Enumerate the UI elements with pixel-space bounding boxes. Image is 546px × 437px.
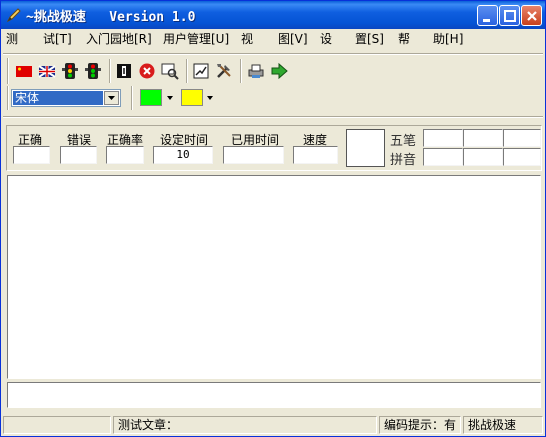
status-mode: 挑战极速 <box>463 416 543 434</box>
article-text-area[interactable] <box>7 175 541 379</box>
toolbar-grip <box>7 86 9 110</box>
toolbar-separator <box>131 86 133 110</box>
font-select-value: 宋体 <box>13 91 103 105</box>
status-article: 测试文章： <box>113 416 377 434</box>
font-select-arrow[interactable] <box>104 91 119 105</box>
menu-item-bang[interactable]: 帮 <box>398 32 410 46</box>
window-title: ~挑战极速 Version 1.0 <box>26 10 196 25</box>
search-icon[interactable] <box>161 62 179 80</box>
toolbar-separator <box>240 59 242 83</box>
correct-value <box>13 146 50 164</box>
traffic-light-icon[interactable] <box>61 62 79 80</box>
menu-item-view[interactable]: 图[V] <box>278 32 308 46</box>
pinyin-label: 拼音 <box>390 153 417 168</box>
close-button[interactable] <box>521 5 542 26</box>
set-time-input[interactable]: 10 <box>153 146 213 164</box>
pinyin-code-cell <box>423 148 463 166</box>
menu-item-test[interactable]: 试[T] <box>43 32 72 46</box>
app-window: ~挑战极速 Version 1.0 测 试[T] 入门园地[R] 用户管理[U]… <box>0 0 546 437</box>
traffic-light-green-icon[interactable] <box>84 62 102 80</box>
close-icon <box>527 11 537 21</box>
menu-item-beginner[interactable]: 入门园地[R] <box>86 32 152 46</box>
pinyin-code-cell <box>503 148 541 166</box>
toolbar-separator <box>186 59 188 83</box>
uk-flag-icon[interactable] <box>38 62 56 80</box>
menu-item-ce[interactable]: 测 <box>6 32 18 46</box>
pencil-app-icon <box>6 8 21 23</box>
wubi-code-cell <box>423 129 463 147</box>
background-color-swatch[interactable] <box>181 89 203 106</box>
wubi-code-cell <box>503 129 541 147</box>
maximize-icon <box>504 10 516 22</box>
text-color-dropdown-icon[interactable] <box>167 96 173 100</box>
menu-item-users[interactable]: 用户管理[U] <box>163 32 229 46</box>
menu-item-shi[interactable]: 视 <box>241 32 253 46</box>
menu-item-settings[interactable]: 置[S] <box>355 32 384 46</box>
chart-icon[interactable] <box>192 62 210 80</box>
minimize-button[interactable] <box>477 5 498 26</box>
accuracy-value <box>106 146 144 164</box>
menu-bar: 测 试[T] 入门园地[R] 用户管理[U] 视 图[V] 设 置[S] 帮 助… <box>1 29 545 49</box>
toolbar-bottom-separator <box>3 116 543 118</box>
status-code-hint: 编码提示：有 <box>379 416 461 434</box>
text-color-swatch[interactable] <box>140 89 162 106</box>
tools-icon[interactable] <box>215 62 233 80</box>
pinyin-code-cell <box>463 148 503 166</box>
font-select[interactable]: 宋体 <box>11 89 121 107</box>
wubi-label: 五笔 <box>390 134 417 149</box>
speed-value <box>293 146 338 164</box>
go-arrow-icon[interactable] <box>270 62 288 80</box>
print-icon[interactable] <box>247 62 265 80</box>
menu-separator <box>3 53 543 55</box>
chevron-down-icon <box>108 96 115 100</box>
menu-item-she[interactable]: 设 <box>320 32 332 46</box>
china-flag-icon[interactable] <box>15 62 33 80</box>
toolbar-separator <box>109 59 111 83</box>
maximize-button[interactable] <box>499 5 520 26</box>
errors-value <box>60 146 97 164</box>
minimize-icon <box>483 19 490 22</box>
toolbar-grip <box>7 58 9 84</box>
wubi-code-cell <box>463 129 503 147</box>
status-bar: 测试文章： 编码提示：有 挑战极速 <box>1 414 545 436</box>
status-cell-empty <box>3 416 111 434</box>
elapsed-value <box>223 146 284 164</box>
char-preview-box <box>346 129 385 167</box>
background-color-dropdown-icon[interactable] <box>207 96 213 100</box>
exit-door-icon[interactable] <box>115 62 133 80</box>
menu-item-help[interactable]: 助[H] <box>433 32 463 46</box>
typing-input[interactable] <box>7 382 541 408</box>
stop-icon[interactable] <box>138 62 156 80</box>
title-bar[interactable]: ~挑战极速 Version 1.0 <box>1 1 545 29</box>
